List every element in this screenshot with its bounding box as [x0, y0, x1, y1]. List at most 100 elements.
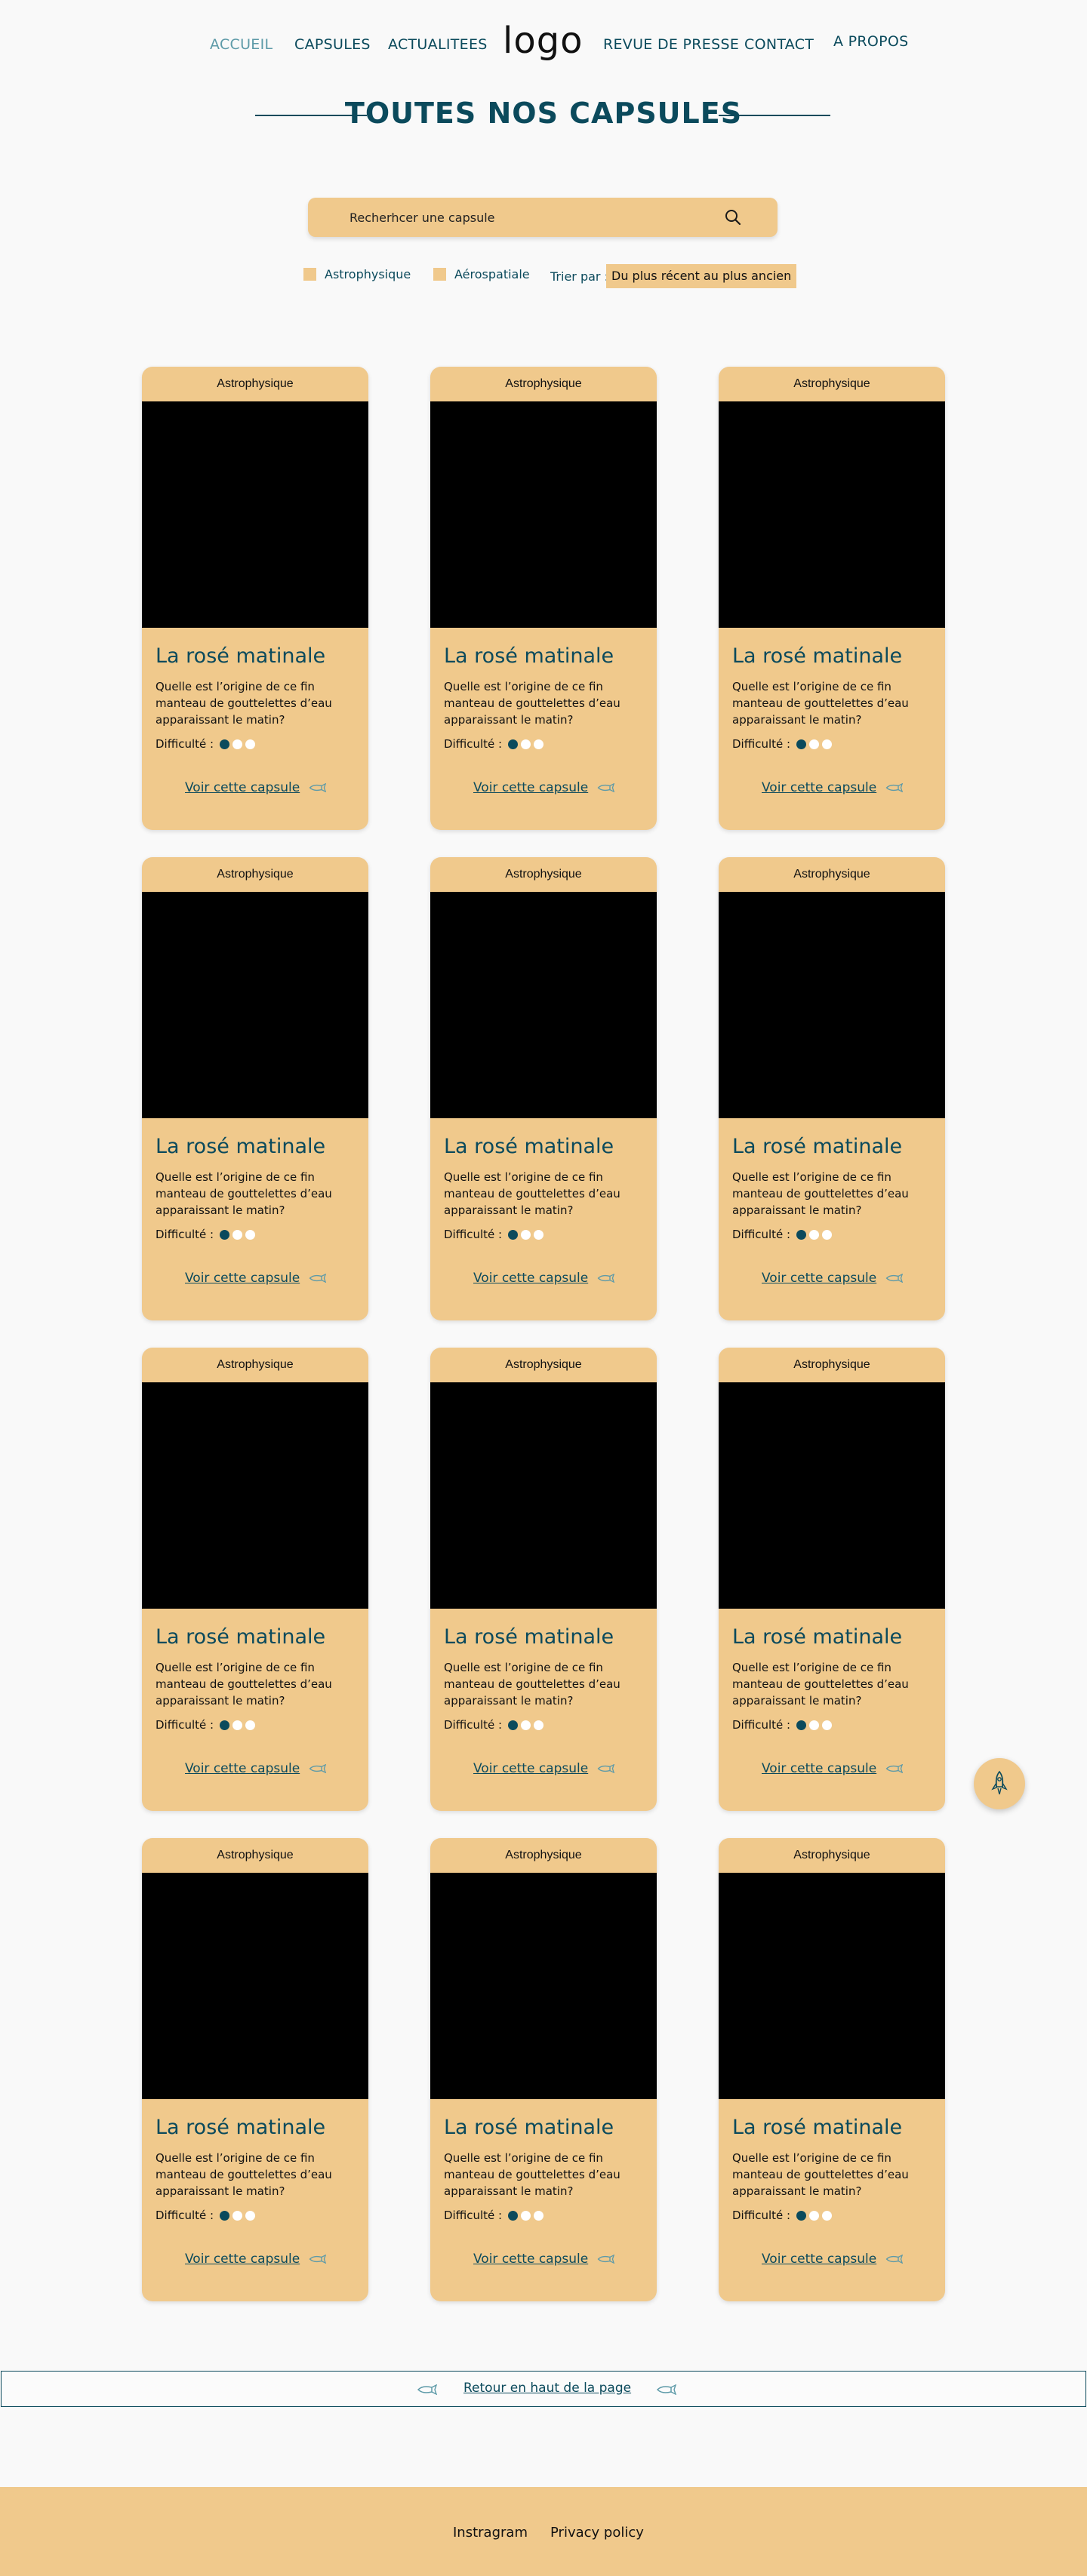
- difficulty-dots: [796, 1229, 835, 1240]
- capsule-card[interactable]: Astrophysique La rosé matinale Quelle est …: [719, 367, 945, 830]
- rocket-icon: [309, 1274, 327, 1283]
- difficulty-label: Difficulté :: [156, 2209, 214, 2222]
- nav-item-accueil[interactable]: ACCUEIL: [210, 36, 273, 53]
- view-capsule-label[interactable]: Voir cette capsule: [185, 1271, 300, 1286]
- difficulty-dot: [508, 2210, 519, 2221]
- card-category: Astrophysique: [793, 868, 870, 881]
- difficulty-dot: [534, 1720, 544, 1730]
- nav-item-capsules[interactable]: CAPSULES: [294, 36, 371, 53]
- card-difficulty: Difficulté :: [444, 2209, 657, 2222]
- view-capsule-label[interactable]: Voir cette capsule: [185, 2252, 300, 2267]
- capsule-card[interactable]: Astrophysique La rosé matinale Quelle est …: [719, 1838, 945, 2301]
- rocket-icon: [885, 1274, 904, 1283]
- footer: Instragram Privacy policy: [0, 2487, 1087, 2576]
- difficulty-dots: [508, 1229, 547, 1240]
- card-category: Astrophysique: [217, 1358, 294, 1371]
- view-capsule-link[interactable]: Voir cette capsule: [762, 1761, 904, 1776]
- difficulty-dot: [245, 1229, 256, 1240]
- card-difficulty: Difficulté :: [156, 2209, 368, 2222]
- sort-select[interactable]: Du plus récent au plus ancien: [606, 264, 797, 288]
- view-capsule-link[interactable]: Voir cette capsule: [473, 1761, 615, 1776]
- rocket-icon: [885, 1764, 904, 1773]
- logo[interactable]: logo: [503, 20, 584, 62]
- capsule-card[interactable]: Astrophysique La rosé matinale Quelle est …: [430, 1838, 657, 2301]
- difficulty-dot: [534, 1229, 544, 1240]
- card-category: Astrophysique: [217, 1849, 294, 1861]
- footer-link-instagram[interactable]: Instragram: [453, 2525, 528, 2541]
- view-capsule-link[interactable]: Voir cette capsule: [762, 2252, 904, 2267]
- difficulty-dot: [534, 739, 544, 749]
- card-category: Astrophysique: [505, 1849, 582, 1861]
- back-to-top-link[interactable]: Retour en haut de la page: [463, 2381, 631, 2396]
- card-description: Quelle est l’origine de ce fin manteau d…: [732, 1661, 909, 1708]
- card-category: Astrophysique: [217, 868, 294, 881]
- view-capsule-label[interactable]: Voir cette capsule: [762, 2252, 876, 2267]
- search-bar: [308, 198, 778, 237]
- difficulty-dot: [232, 2210, 243, 2221]
- footer-link-privacy-policy[interactable]: Privacy policy: [550, 2525, 644, 2541]
- nav-item-actualitees[interactable]: ACTUALITEES: [388, 36, 488, 53]
- difficulty-label: Difficulté :: [732, 2209, 791, 2222]
- capsule-card[interactable]: Astrophysique La rosé matinale Quelle est …: [430, 1348, 657, 1811]
- view-capsule-link[interactable]: Voir cette capsule: [185, 1761, 327, 1776]
- view-capsule-label[interactable]: Voir cette capsule: [185, 780, 300, 795]
- view-capsule-label[interactable]: Voir cette capsule: [762, 1271, 876, 1286]
- card-description: Quelle est l’origine de ce fin manteau d…: [444, 1661, 620, 1708]
- card-image: [430, 892, 657, 1118]
- card-description: Quelle est l’origine de ce fin manteau d…: [156, 1661, 332, 1708]
- view-capsule-link[interactable]: Voir cette capsule: [185, 1271, 327, 1286]
- filter-astrophysique[interactable]: Astrophysique: [303, 267, 411, 281]
- difficulty-dot: [796, 1229, 807, 1240]
- capsule-card[interactable]: Astrophysique La rosé matinale Quelle est …: [430, 857, 657, 1320]
- view-capsule-link[interactable]: Voir cette capsule: [473, 1271, 615, 1286]
- capsule-card[interactable]: Astrophysique La rosé matinale Quelle est …: [142, 1838, 368, 2301]
- difficulty-dot: [508, 1229, 519, 1240]
- rocket-icon: [597, 1274, 615, 1283]
- view-capsule-label[interactable]: Voir cette capsule: [762, 1761, 876, 1776]
- floating-rocket-button[interactable]: [974, 1758, 1025, 1809]
- capsule-card[interactable]: Astrophysique La rosé matinale Quelle est …: [719, 857, 945, 1320]
- card-description: Quelle est l’origine de ce fin manteau d…: [444, 2151, 620, 2198]
- view-capsule-label[interactable]: Voir cette capsule: [473, 1271, 588, 1286]
- capsule-card[interactable]: Astrophysique La rosé matinale Quelle est …: [430, 367, 657, 830]
- title-divider-right: [719, 115, 830, 116]
- difficulty-dots: [508, 1720, 547, 1730]
- view-capsule-link[interactable]: Voir cette capsule: [473, 2252, 615, 2267]
- view-capsule-link[interactable]: Voir cette capsule: [762, 780, 904, 795]
- view-capsule-link[interactable]: Voir cette capsule: [185, 780, 327, 795]
- difficulty-dot: [534, 2210, 544, 2221]
- view-capsule-link[interactable]: Voir cette capsule: [185, 2252, 327, 2267]
- view-capsule-label[interactable]: Voir cette capsule: [473, 2252, 588, 2267]
- view-capsule-label[interactable]: Voir cette capsule: [473, 1761, 588, 1776]
- difficulty-dot: [809, 2210, 820, 2221]
- card-category: Astrophysique: [217, 377, 294, 390]
- card-category: Astrophysique: [505, 868, 582, 881]
- view-capsule-label[interactable]: Voir cette capsule: [473, 780, 588, 795]
- search-input[interactable]: [308, 198, 731, 237]
- view-capsule-link[interactable]: Voir cette capsule: [762, 1271, 904, 1286]
- filter-aerospatiale[interactable]: Aérospatiale: [433, 267, 530, 281]
- capsule-card[interactable]: Astrophysique La rosé matinale Quelle est …: [142, 367, 368, 830]
- view-capsule-link[interactable]: Voir cette capsule: [473, 780, 615, 795]
- search-icon[interactable]: [725, 209, 741, 226]
- nav-item-contact[interactable]: CONTACT: [744, 36, 814, 53]
- capsule-card[interactable]: Astrophysique La rosé matinale Quelle est …: [142, 1348, 368, 1811]
- capsule-card[interactable]: Astrophysique La rosé matinale Quelle est …: [719, 1348, 945, 1811]
- nav-item-revue-de-presse[interactable]: REVUE DE PRESSE: [603, 36, 739, 53]
- filter-checkbox[interactable]: [433, 268, 446, 281]
- difficulty-dots: [796, 2210, 835, 2221]
- filter-checkbox[interactable]: [303, 268, 316, 281]
- page-title-section: TOUTES NOS CAPSULES: [0, 97, 1087, 134]
- card-title: La rosé matinale: [732, 644, 903, 668]
- card-difficulty: Difficulté :: [444, 737, 657, 751]
- nav-item-a-propos[interactable]: A PROPOS: [833, 33, 909, 50]
- card-difficulty: Difficulté :: [444, 1718, 657, 1732]
- card-title: La rosé matinale: [156, 1135, 326, 1158]
- view-capsule-label[interactable]: Voir cette capsule: [762, 780, 876, 795]
- view-capsule-label[interactable]: Voir cette capsule: [185, 1761, 300, 1776]
- capsule-card[interactable]: Astrophysique La rosé matinale Quelle est …: [142, 857, 368, 1320]
- filter-bar: Astrophysique Aérospatiale Trier par : D…: [0, 264, 1087, 288]
- card-description: Quelle est l’origine de ce fin manteau d…: [444, 680, 620, 727]
- card-image: [142, 892, 368, 1118]
- difficulty-dots: [508, 739, 547, 749]
